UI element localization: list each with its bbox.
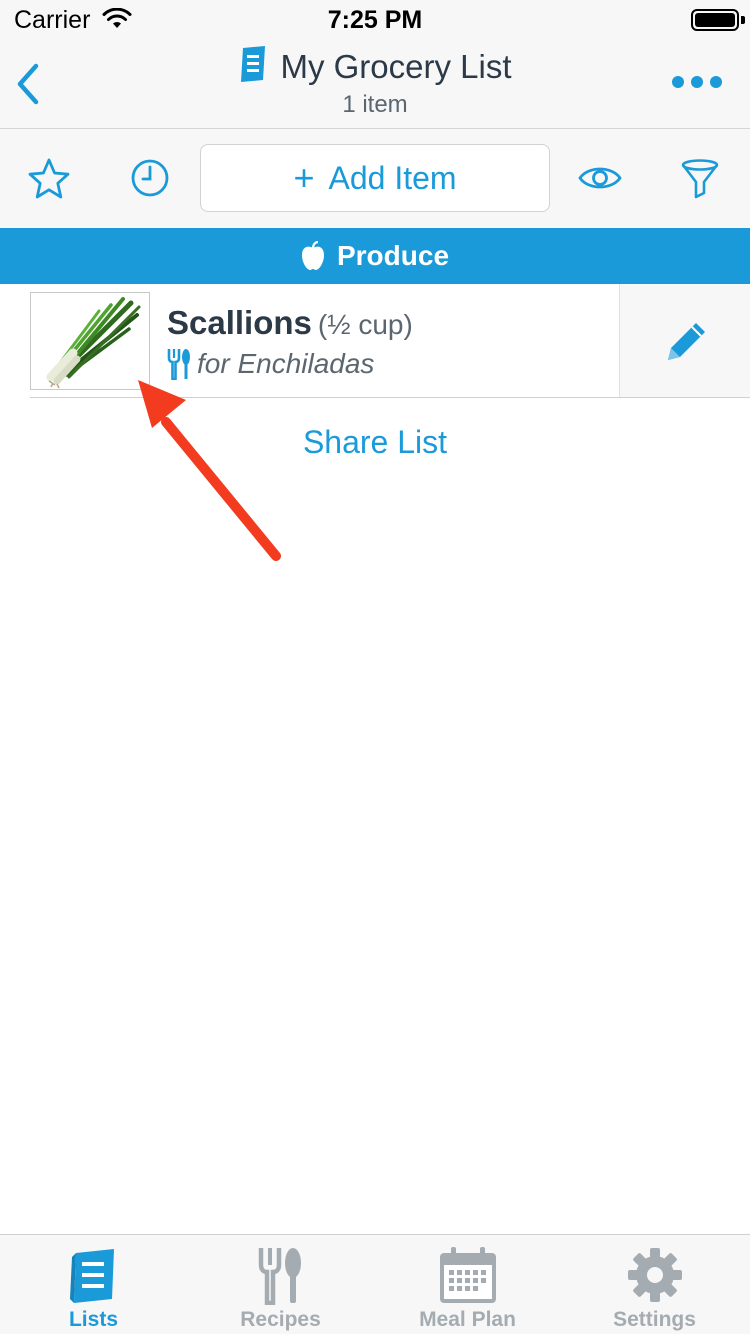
battery-nub	[741, 16, 745, 24]
item-title: Scallions (½ cup)	[167, 304, 413, 342]
pencil-icon	[668, 323, 705, 360]
filter-funnel-icon[interactable]	[680, 158, 720, 205]
tab-lists[interactable]: Lists	[0, 1235, 187, 1334]
navigation-bar: My Grocery List 1 item	[0, 40, 750, 129]
lists-icon	[69, 1249, 114, 1303]
item-count: 1 item	[342, 91, 408, 118]
add-item-button[interactable]: + Add Item	[200, 144, 550, 212]
status-bar: Carrier 7:25 PM	[0, 0, 750, 40]
list-icon	[238, 46, 268, 87]
tab-label: Meal Plan	[419, 1308, 516, 1331]
category-name: Produce	[336, 240, 450, 271]
category-header: Produce	[0, 228, 750, 284]
toolbar: + Add Item	[0, 129, 750, 228]
history-clock-icon[interactable]	[130, 158, 170, 203]
battery-icon	[691, 9, 739, 31]
tab-label: Settings	[613, 1308, 696, 1331]
nav-title-block: My Grocery List 1 item	[0, 46, 750, 119]
page-title: My Grocery List	[280, 47, 512, 85]
tab-meal-plan[interactable]: Meal Plan	[374, 1235, 561, 1334]
item-name: Scallions	[167, 304, 312, 341]
plus-icon: +	[293, 157, 315, 198]
calendar-icon	[439, 1247, 496, 1303]
clock-time: 7:25 PM	[327, 6, 423, 34]
fork-spoon-icon	[258, 1248, 301, 1305]
eye-icon[interactable]	[578, 162, 622, 199]
edit-item-button[interactable]	[619, 284, 750, 398]
item-quantity: (½ cup)	[317, 309, 413, 340]
star-icon[interactable]	[27, 158, 71, 205]
tab-label: Lists	[68, 1308, 118, 1331]
tab-label: Recipes	[240, 1308, 321, 1331]
share-list-link[interactable]: Share List	[0, 424, 750, 461]
apple-icon	[301, 241, 324, 270]
more-options-icon[interactable]	[672, 76, 722, 88]
list-item[interactable]: Scallions (½ cup) for Enchiladas	[0, 284, 750, 398]
tab-recipes[interactable]: Recipes	[187, 1235, 374, 1334]
tab-bar: Lists Recipes Meal Plan Settings	[0, 1234, 750, 1334]
add-item-label: Add Item	[328, 159, 457, 196]
gear-icon	[627, 1248, 682, 1302]
annotation-arrow	[138, 380, 281, 561]
tab-settings[interactable]: Settings	[561, 1235, 748, 1334]
